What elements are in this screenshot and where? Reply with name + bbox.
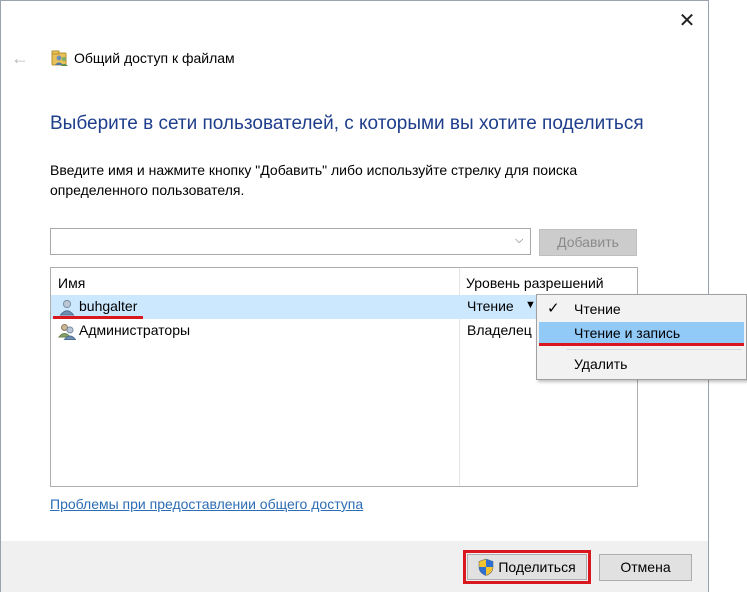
- permission-level: Владелец: [467, 322, 532, 338]
- permission-context-menu: ✓ Чтение Чтение и запись Удалить: [536, 294, 747, 380]
- menu-separator: [567, 349, 742, 350]
- share-button-label: Поделиться: [498, 559, 576, 575]
- shared-folder-users-icon: [51, 50, 68, 66]
- chevron-down-icon[interactable]: ⌵: [515, 234, 525, 246]
- menu-item-label: Удалить: [574, 356, 628, 372]
- menu-item-remove[interactable]: Удалить: [539, 353, 744, 377]
- back-arrow-icon: ←: [11, 47, 29, 68]
- annotation-underline-menu: [539, 343, 744, 346]
- close-icon: ✕: [678, 9, 696, 32]
- group-name: Администраторы: [79, 322, 191, 338]
- uac-shield-icon: [479, 558, 494, 576]
- close-button[interactable]: ✕: [673, 7, 701, 33]
- window-title: Общий доступ к файлам: [74, 50, 235, 66]
- menu-item-label: Чтение: [574, 301, 621, 317]
- permission-level[interactable]: Чтение: [467, 298, 514, 314]
- check-icon: ✓: [547, 300, 560, 317]
- add-button[interactable]: Добавить: [539, 229, 637, 256]
- page-heading: Выберите в сети пользователей, с которым…: [50, 113, 644, 134]
- user-name: buhgalter: [79, 298, 138, 314]
- dropdown-arrow-icon[interactable]: ▼: [525, 299, 536, 311]
- back-button[interactable]: ←: [9, 47, 31, 69]
- cancel-button[interactable]: Отмена: [599, 554, 692, 581]
- user-icon: [59, 299, 75, 316]
- instructions-text: Введите имя и нажмите кнопку "Добавить" …: [50, 162, 578, 198]
- menu-item-read[interactable]: ✓ Чтение: [539, 298, 744, 322]
- column-header-permission[interactable]: Уровень разрешений: [466, 275, 604, 291]
- user-name-combobox[interactable]: ⌵: [50, 228, 531, 255]
- user-group-icon: [58, 324, 76, 340]
- sharing-problems-link[interactable]: Проблемы при предоставлении общего досту…: [50, 496, 363, 512]
- menu-item-label: Чтение и запись: [574, 325, 681, 341]
- annotation-underline-user: [53, 316, 143, 319]
- share-button[interactable]: Поделиться: [467, 554, 587, 580]
- column-header-name[interactable]: Имя: [58, 275, 85, 291]
